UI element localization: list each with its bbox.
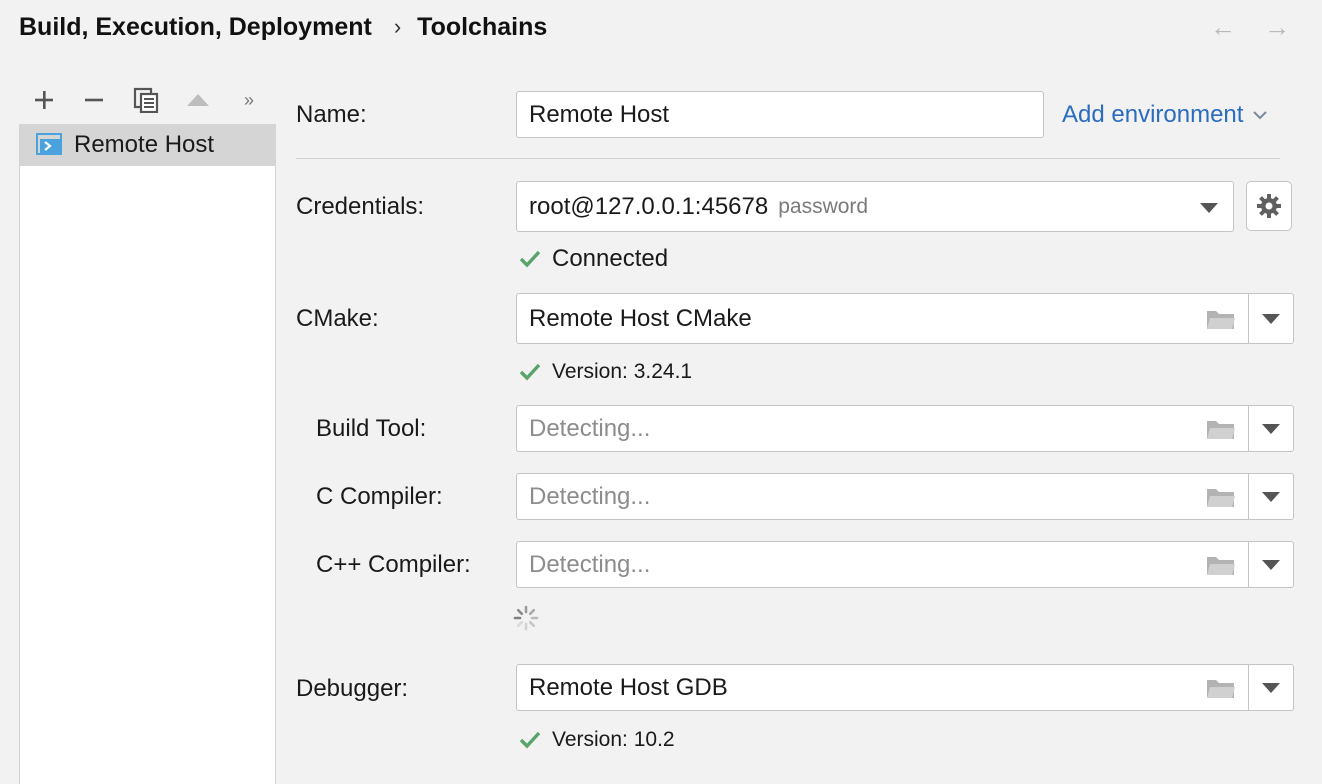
plus-icon <box>35 91 53 109</box>
cmake-field[interactable]: Remote Host CMake <box>516 293 1294 344</box>
cmake-value: Remote Host CMake <box>529 304 752 332</box>
add-environment-label: Add environment <box>1062 101 1244 128</box>
build-tool-browse-button[interactable] <box>1201 406 1241 451</box>
dropdown-arrow-icon <box>1200 203 1218 213</box>
checkmark-icon <box>519 363 541 381</box>
dropdown-arrow-icon <box>1262 423 1280 434</box>
credentials-select[interactable]: root@127.0.0.1:45678 password <box>516 181 1234 232</box>
remove-toolchain-button[interactable] <box>68 82 120 118</box>
cmake-status-text: Version: 3.24.1 <box>552 360 693 383</box>
build-tool-field[interactable]: Detecting... <box>516 405 1294 452</box>
dropdown-arrow-icon <box>1262 559 1280 570</box>
credentials-hint: password <box>778 194 869 218</box>
credentials-settings-button[interactable] <box>1246 181 1292 231</box>
debugger-field[interactable]: Remote Host GDB <box>516 664 1294 711</box>
folder-icon <box>1207 310 1235 329</box>
copy-icon <box>133 87 159 113</box>
name-field[interactable]: Remote Host <box>516 91 1044 138</box>
breadcrumb-parent[interactable]: Build, Execution, Deployment <box>19 10 372 44</box>
cmake-label: CMake: <box>296 305 379 332</box>
loading-spinner-icon <box>513 605 539 631</box>
minus-icon <box>85 98 103 102</box>
build-tool-dropdown-button[interactable] <box>1248 406 1293 451</box>
folder-icon <box>1207 488 1235 507</box>
c-compiler-dropdown-button[interactable] <box>1248 474 1293 519</box>
divider <box>296 158 1280 159</box>
cpp-compiler-browse-button[interactable] <box>1201 542 1241 587</box>
add-toolchain-button[interactable] <box>20 82 68 118</box>
debugger-label: Debugger: <box>296 675 409 702</box>
copy-toolchain-button[interactable] <box>120 82 172 118</box>
credentials-status: Connected <box>518 244 668 274</box>
folder-icon <box>1207 420 1235 439</box>
cpp-compiler-dropdown-button[interactable] <box>1248 542 1293 587</box>
move-up-button[interactable] <box>172 82 224 118</box>
remote-host-icon <box>36 133 64 157</box>
debugger-status-text: Version: 10.2 <box>552 728 675 751</box>
toolchains-toolbar: » <box>20 82 275 118</box>
cpp-compiler-placeholder: Detecting... <box>529 550 651 578</box>
checkmark-icon <box>519 731 541 749</box>
dropdown-arrow-icon <box>1262 313 1280 324</box>
build-tool-placeholder: Detecting... <box>529 414 651 442</box>
build-tool-label: Build Tool: <box>316 415 427 442</box>
credentials-status-text: Connected <box>552 245 669 272</box>
gear-icon <box>1257 194 1281 218</box>
credentials-label: Credentials: <box>296 193 425 220</box>
dropdown-arrow-icon <box>1262 491 1280 502</box>
forward-arrow-icon[interactable]: → <box>1264 10 1290 44</box>
cmake-browse-button[interactable] <box>1201 294 1241 343</box>
debugger-browse-button[interactable] <box>1201 665 1241 710</box>
dropdown-arrow-icon <box>1262 682 1280 693</box>
breadcrumb: Build, Execution, Deployment › Toolchain… <box>19 10 547 44</box>
breadcrumb-separator: › <box>393 14 402 39</box>
credentials-value: root@127.0.0.1:45678 <box>529 192 769 220</box>
cpp-compiler-field[interactable]: Detecting... <box>516 541 1294 588</box>
more-actions-button[interactable]: » <box>224 82 274 118</box>
back-arrow-icon[interactable]: ← <box>1210 10 1236 44</box>
folder-icon <box>1207 556 1235 575</box>
triangle-up-icon <box>187 94 209 106</box>
debugger-status: Version: 10.2 <box>518 726 675 754</box>
c-compiler-field[interactable]: Detecting... <box>516 473 1294 520</box>
debugger-dropdown-button[interactable] <box>1248 665 1293 710</box>
debugger-value: Remote Host GDB <box>529 673 728 701</box>
c-compiler-browse-button[interactable] <box>1201 474 1241 519</box>
toolchain-list: Remote Host <box>19 124 276 784</box>
checkmark-icon <box>519 250 541 268</box>
cmake-dropdown-button[interactable] <box>1248 294 1293 343</box>
c-compiler-label: C Compiler: <box>316 483 443 510</box>
list-item[interactable]: Remote Host <box>20 124 275 166</box>
page-title: Toolchains <box>417 13 548 41</box>
c-compiler-placeholder: Detecting... <box>529 482 651 510</box>
list-item-label: Remote Host <box>74 131 215 158</box>
cpp-compiler-label: C++ Compiler: <box>316 551 471 578</box>
folder-icon <box>1207 679 1235 698</box>
cmake-status: Version: 3.24.1 <box>518 358 692 386</box>
name-value: Remote Host <box>529 100 670 128</box>
add-environment-link[interactable]: Add environment <box>1062 100 1269 130</box>
name-label: Name: <box>296 101 367 128</box>
chevron-down-icon <box>1253 111 1268 120</box>
